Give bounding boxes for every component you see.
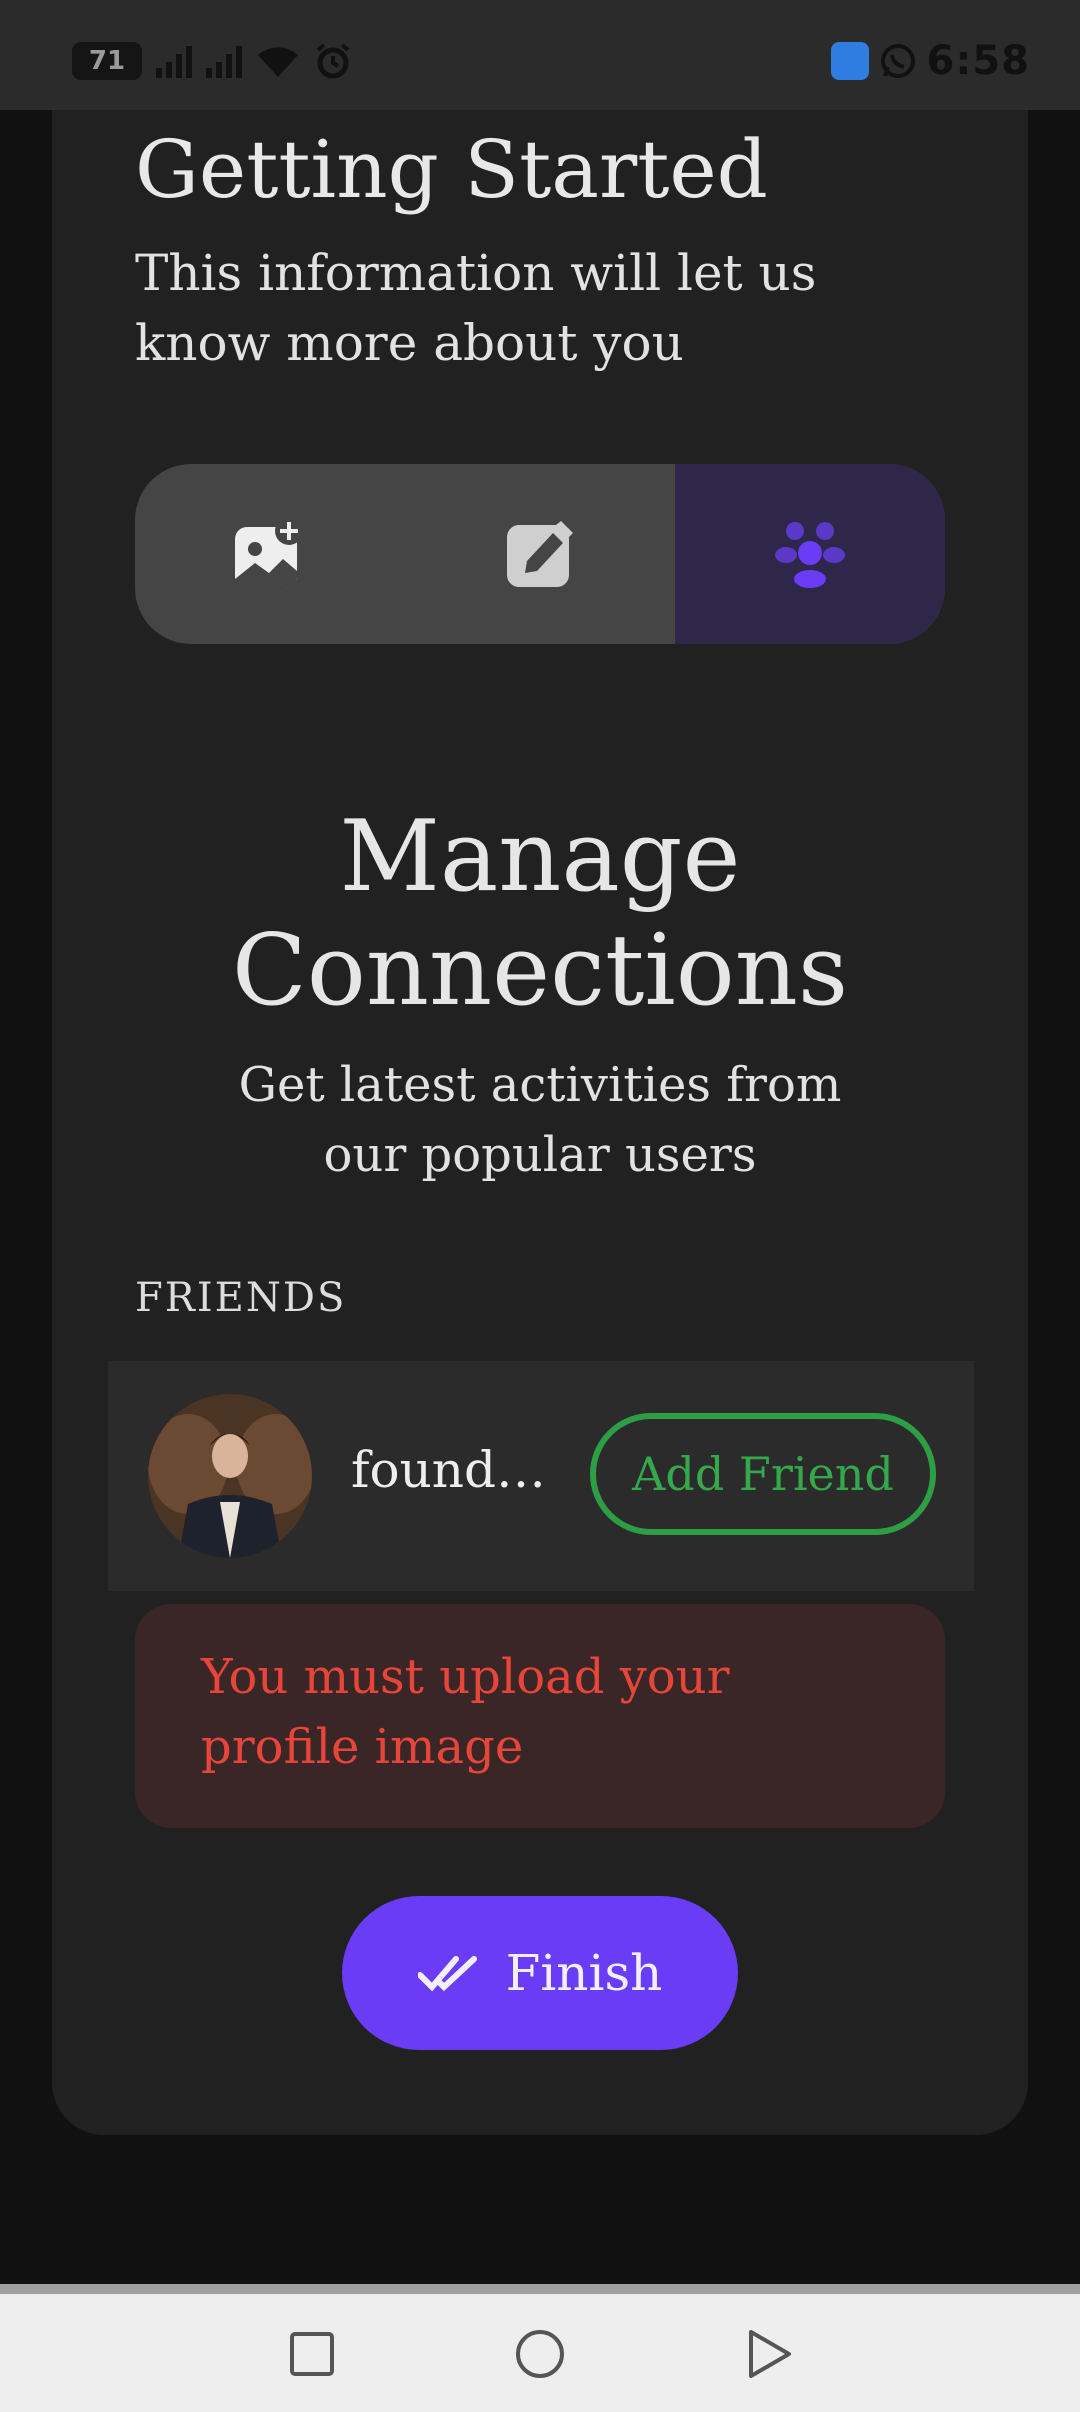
- whatsapp-icon: [880, 44, 915, 78]
- add-friend-button[interactable]: Add Friend: [590, 1413, 936, 1535]
- double-check-icon: [417, 1956, 477, 1992]
- onboarding-card: Getting Started This information will le…: [52, 110, 1028, 2135]
- finish-label: Finish: [505, 1944, 663, 2002]
- list-item: founder… Add Friend: [108, 1361, 974, 1591]
- signal-icon-2: [206, 44, 242, 78]
- step-manage-connections[interactable]: [675, 464, 945, 644]
- status-left: 71: [72, 38, 352, 84]
- error-message: You must upload your profile image: [201, 1649, 730, 1775]
- error-alert: You must upload your profile image: [135, 1604, 945, 1828]
- finish-button[interactable]: Finish: [342, 1896, 738, 2050]
- add-image-icon: [235, 517, 303, 589]
- wifi-icon: [258, 47, 298, 77]
- signal-icon: [156, 44, 192, 78]
- edit-icon: [507, 521, 573, 587]
- friends-label: FRIENDS: [135, 1275, 347, 1321]
- back-button[interactable]: [740, 2324, 800, 2384]
- alarm-icon: [316, 43, 350, 79]
- home-button[interactable]: [510, 2324, 570, 2384]
- system-nav-bar: [0, 2284, 1080, 2412]
- step-upload-photo[interactable]: [135, 464, 405, 644]
- friend-name: founder…: [351, 1441, 551, 1499]
- step-indicator: [135, 464, 945, 644]
- circle-icon: [516, 2330, 564, 2378]
- page-subtitle: This information will let us know more a…: [135, 244, 817, 372]
- recents-button[interactable]: [282, 2324, 342, 2384]
- status-right: 6:58: [830, 36, 1031, 86]
- status-bar: 71 6:58: [0, 0, 1080, 110]
- section-title: Manage Connections: [231, 800, 849, 1028]
- step-edit-profile[interactable]: [405, 464, 675, 644]
- section-subtitle: Get latest activities from our popular u…: [238, 1057, 842, 1183]
- avatar: [148, 1394, 312, 1558]
- square-icon: [290, 2332, 334, 2376]
- app-market-icon: [830, 42, 869, 80]
- page-title: Getting Started: [135, 123, 768, 216]
- battery-indicator: 71: [72, 42, 142, 80]
- people-icon: [775, 522, 845, 588]
- triangle-icon: [749, 2330, 791, 2378]
- clock: 6:58: [926, 38, 1030, 84]
